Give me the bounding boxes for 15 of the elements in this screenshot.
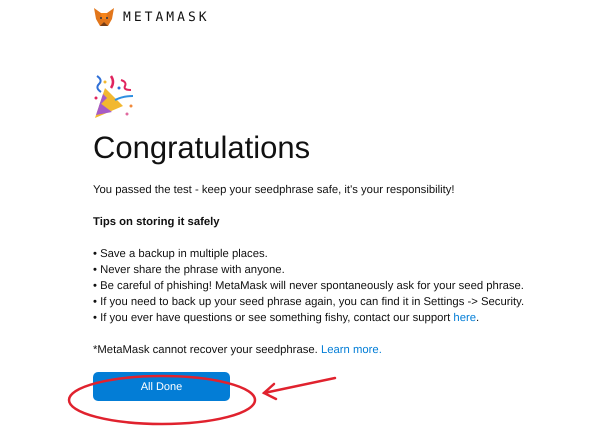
- tip-text: • Never share the phrase with anyone.: [93, 263, 286, 278]
- tips-heading: Tips on storing it safely: [93, 215, 221, 230]
- intro-text: You passed the test - keep your seedphrase safe, it's your responsibility!: [93, 183, 456, 198]
- tip-text: • If you ever have questions or see something fishy, contact our support here.: [93, 311, 480, 326]
- tip-text: • If you need to back up your seed phrase again, you can find it in Settings -> Security.: [93, 295, 526, 310]
- tip-text: • Be careful of phishing! MetaMask will never spontaneously ask for your seed phrase.: [93, 279, 525, 294]
- party-popper-icon: [93, 74, 135, 120]
- support-link[interactable]: here: [453, 312, 476, 324]
- page-title: Congratulations: [93, 130, 312, 166]
- brand-wordmark: METAMASK: [123, 10, 210, 24]
- all-done-button[interactable]: All Done: [93, 372, 230, 401]
- learn-more-link[interactable]: Learn more.: [320, 344, 382, 356]
- tip-text: • Save a backup in multiple places.: [93, 247, 269, 262]
- fox-logo-icon: [93, 7, 115, 27]
- recovery-note: *MetaMask cannot recover your seedphrase. Learn more.: [93, 343, 383, 358]
